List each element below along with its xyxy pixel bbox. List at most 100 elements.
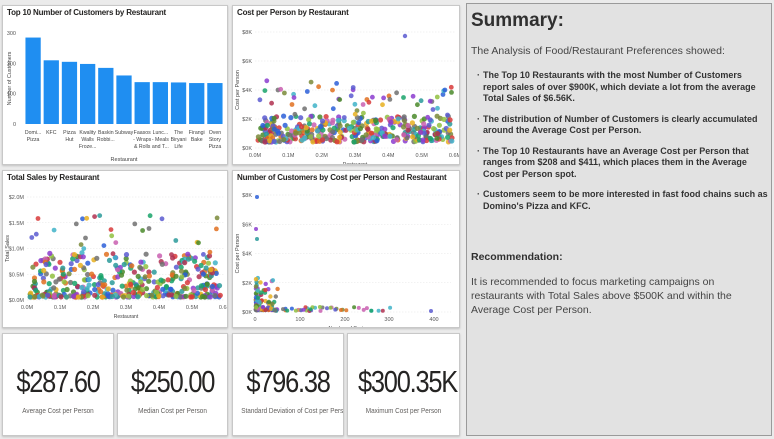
scatter-point xyxy=(441,116,447,122)
scatter-point xyxy=(131,269,137,275)
scatter-point xyxy=(253,284,259,289)
y-axis-label: Number of Customers xyxy=(7,51,13,105)
scatter-point xyxy=(255,237,259,241)
scatter-point xyxy=(119,283,125,289)
scatter-point xyxy=(445,112,450,118)
scatter-point xyxy=(52,265,58,271)
x-tick-label: - Wraps xyxy=(133,137,151,143)
customers-chart-tile[interactable]: Number of Customers by Cost per Person a… xyxy=(232,170,460,328)
kpi-value: $250.00 xyxy=(130,364,216,399)
bar xyxy=(170,82,187,124)
x-tick-label: 0.0M xyxy=(249,153,262,159)
scatter-point xyxy=(289,306,294,311)
top10-chart-tile[interactable]: Top 10 Number of Customers by Restaurant… xyxy=(2,5,228,165)
scatter-point xyxy=(434,94,440,100)
scatter-point xyxy=(330,129,336,135)
scatter-point xyxy=(212,260,218,266)
scatter-point xyxy=(255,134,261,140)
kpi-average-cost[interactable]: $287.60 Average Cost per Person xyxy=(2,333,114,436)
scatter-point xyxy=(380,308,385,313)
scatter-point xyxy=(420,137,426,143)
kpi-label: Maximum Cost per Person xyxy=(365,406,442,415)
scatter-point xyxy=(366,99,372,105)
scatter-point xyxy=(318,308,323,313)
x-tick-label: 0.1M xyxy=(282,153,295,159)
scatter-point xyxy=(85,260,91,266)
scatter-point xyxy=(58,294,64,300)
scatter-point xyxy=(346,125,352,132)
scatter-point xyxy=(282,90,287,96)
bar xyxy=(61,61,78,124)
scatter-point xyxy=(333,307,338,312)
scatter-point xyxy=(98,273,104,279)
scatter-point xyxy=(253,277,259,282)
scatter-point xyxy=(77,262,83,268)
scatter-point xyxy=(401,95,406,100)
cost-chart-tile[interactable]: Cost per Person by Restaurant $8K $6K $4K $… xyxy=(232,5,460,165)
scatter-point xyxy=(317,305,322,309)
kpi-stddev-cost[interactable]: $796.38 Standard Deviation of Cost per P… xyxy=(232,333,344,436)
scatter-point xyxy=(83,235,88,241)
scatter-point xyxy=(167,286,173,292)
scatter-point xyxy=(217,292,223,298)
scatter-point xyxy=(387,133,393,139)
scatter-point xyxy=(447,117,453,123)
cost-scatter-chart[interactable]: $8K $6K $4K $2K $0K0.0M 0.1M 0.2M 0.3M 0.4M 0.5M 0… xyxy=(233,6,460,165)
summary-intro: The Analysis of Food/Restaurant Preferen… xyxy=(471,45,725,57)
scatter-point xyxy=(200,293,206,300)
scatter-point xyxy=(205,260,212,266)
x-tick-label: 0.2M xyxy=(316,153,329,159)
scatter-point xyxy=(266,138,272,144)
scatter-point xyxy=(207,294,213,300)
y-tick-label: 300 xyxy=(7,31,16,37)
scatter-point xyxy=(184,280,190,286)
scatter-point xyxy=(108,227,114,232)
scatter-point xyxy=(275,286,280,292)
scatter-point xyxy=(202,287,208,293)
y-tick-label: 0 xyxy=(13,122,16,128)
x-tick-label: Firangi xyxy=(189,130,205,136)
x-tick-label: Froze... xyxy=(79,144,97,150)
scatter-point xyxy=(431,126,437,132)
scatter-point xyxy=(101,243,107,248)
scatter-point xyxy=(373,117,379,124)
x-tick-label: Subway xyxy=(115,130,134,136)
kpi-value: $300.35K xyxy=(357,364,458,399)
scatter-point xyxy=(387,97,393,102)
scatter-point xyxy=(159,216,165,222)
scatter-point xyxy=(129,263,135,269)
scatter-point xyxy=(289,102,295,107)
scatter-point xyxy=(370,94,375,100)
scatter-point xyxy=(81,246,87,251)
scatter-point xyxy=(271,126,278,132)
scatter-point xyxy=(308,307,313,312)
scatter-point xyxy=(429,309,433,313)
y-tick-label: $4K xyxy=(242,88,252,94)
summary-bullet-text: Customers seem to be more interested in … xyxy=(483,189,768,211)
scatter-point xyxy=(316,84,321,90)
scatter-point xyxy=(254,227,258,231)
top10-bar-chart[interactable]: 3002001000Number of CustomersDomi...Pizz… xyxy=(3,6,228,165)
sales-scatter-chart[interactable]: $2.0M $1.5M $1.0M $0.5M $0.0M0.0M 0.1M 0.2M 0.3… xyxy=(3,171,228,328)
scatter-point xyxy=(381,95,386,101)
x-axis-label: Number of Customers xyxy=(329,326,378,328)
scatter-point xyxy=(434,113,440,119)
kpi-median-cost[interactable]: $250.00 Median Cost per Person xyxy=(117,333,228,436)
summary-bullet: · The Top 10 Restaurants with the most Nu… xyxy=(477,70,756,103)
kpi-max-cost[interactable]: $300.35K Maximum Cost per Person xyxy=(347,333,460,436)
scatter-point xyxy=(195,266,201,272)
scatter-point xyxy=(81,289,87,295)
customers-scatter-chart[interactable]: $8K$6K$4K$2K$0K0 100 200 300 400Number of Cu… xyxy=(233,171,460,328)
scatter-point xyxy=(60,265,66,271)
sales-chart-tile[interactable]: Total Sales by Restaurant $2.0M $1.5M $1.0… xyxy=(2,170,228,328)
scatter-point xyxy=(281,137,287,143)
scatter-point xyxy=(319,137,325,143)
scatter-point xyxy=(262,139,268,145)
summary-bullet-text: The Top 10 Restaurants have an Average C… xyxy=(483,145,749,179)
summary-panel: Summary: The Analysis of Food/Restaurant… xyxy=(466,3,772,436)
y-tick-label: $2K xyxy=(242,117,252,123)
scatter-point xyxy=(308,79,314,85)
x-tick-label: Biryani xyxy=(171,137,187,143)
x-tick-label: - Meals xyxy=(152,137,169,143)
scatter-point xyxy=(339,308,343,312)
